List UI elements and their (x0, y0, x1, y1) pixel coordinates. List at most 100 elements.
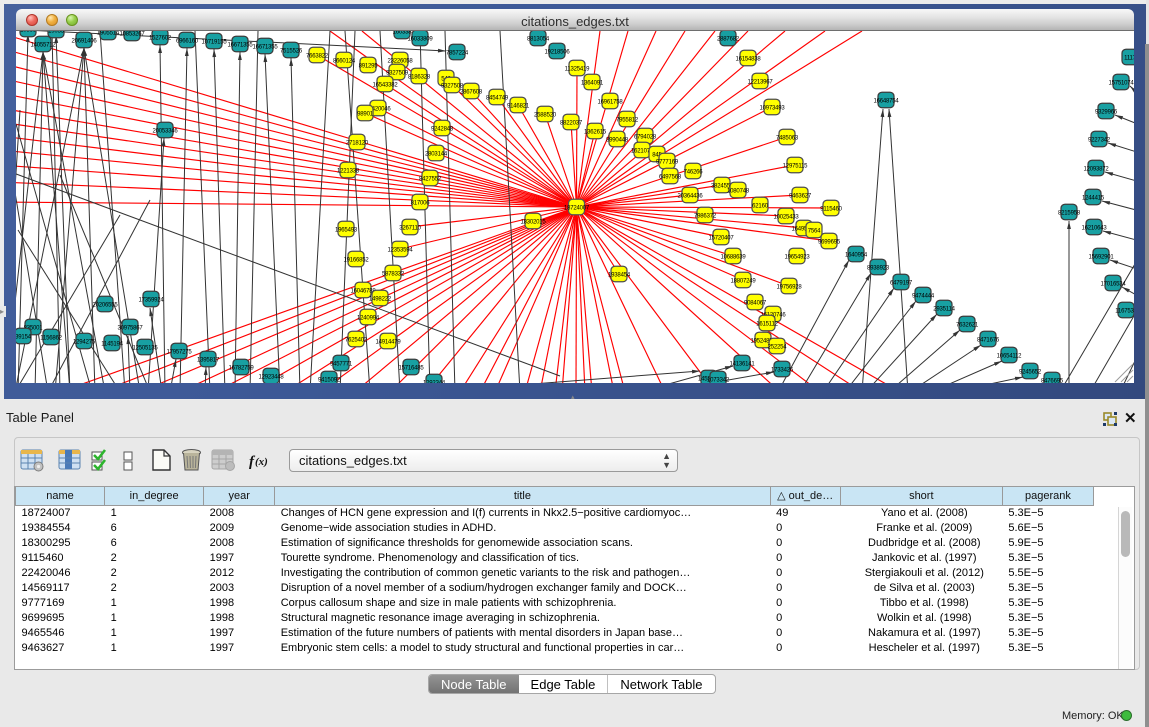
svg-text:12353594: 12353594 (387, 248, 413, 254)
svg-text:16671355: 16671355 (252, 45, 278, 51)
svg-text:3267110: 3267110 (399, 226, 421, 232)
svg-text:1073342: 1073342 (707, 378, 730, 384)
svg-text:8186328: 8186328 (408, 75, 431, 81)
svg-text:1292344: 1292344 (423, 381, 446, 384)
svg-text:10553: 10553 (20, 31, 37, 34)
svg-text:11325419: 11325419 (565, 67, 591, 73)
svg-text:1167531: 1167531 (1115, 309, 1134, 315)
svg-text:16671355: 16671355 (227, 43, 253, 49)
svg-text:1244415: 1244415 (1082, 196, 1105, 202)
svg-text:6479197: 6479197 (890, 281, 913, 287)
svg-text:1294275: 1294275 (73, 340, 96, 346)
svg-text:9227342: 9227342 (1088, 138, 1111, 144)
svg-text:16782759: 16782759 (228, 366, 254, 372)
svg-text:14055712: 14055712 (30, 43, 56, 49)
svg-text:19166852: 19166852 (343, 258, 369, 264)
svg-text:10719155: 10719155 (201, 40, 227, 46)
svg-text:160338: 160338 (393, 31, 413, 36)
svg-text:2588520: 2588520 (534, 113, 557, 119)
svg-text:30975867: 30975867 (117, 326, 143, 332)
svg-text:15692901: 15692901 (1088, 255, 1114, 261)
svg-text:16648754: 16648754 (873, 99, 899, 105)
svg-text:19756928: 19756928 (776, 285, 802, 291)
svg-text:9245652: 9245652 (1019, 370, 1042, 376)
svg-text:252254: 252254 (768, 345, 788, 351)
svg-text:9242848: 9242848 (431, 127, 454, 133)
svg-text:7857224: 7857224 (446, 51, 469, 57)
svg-text:8427552: 8427552 (419, 177, 442, 183)
svg-text:16210643: 16210643 (1081, 226, 1107, 232)
svg-text:9463627: 9463627 (789, 194, 812, 200)
svg-text:8813054: 8813054 (527, 37, 550, 43)
svg-text:20691406: 20691406 (71, 39, 97, 45)
svg-text:7986372: 7986372 (694, 214, 717, 220)
svg-text:18807249: 18807249 (730, 279, 756, 285)
svg-text:20206555: 20206555 (92, 303, 118, 309)
svg-text:16033809: 16033809 (407, 37, 433, 43)
svg-text:7564: 7564 (808, 229, 821, 235)
svg-text:8471676: 8471676 (977, 338, 1000, 344)
svg-text:1362615: 1362615 (584, 130, 607, 136)
svg-text:12975115: 12975115 (783, 164, 809, 170)
svg-text:20053346: 20053346 (152, 129, 178, 135)
svg-text:8660124: 8660124 (333, 59, 356, 65)
svg-text:746266: 746266 (684, 170, 704, 176)
svg-text:1905514: 1905514 (97, 31, 120, 37)
svg-text:12213967: 12213967 (747, 80, 773, 86)
svg-text:1733426: 1733426 (771, 368, 794, 374)
svg-text:(x): (x) (255, 456, 268, 468)
svg-text:891295: 891295 (359, 64, 379, 70)
svg-text:10973493: 10973493 (759, 106, 785, 112)
svg-text:1640954: 1640954 (845, 253, 868, 259)
svg-text:17016534: 17016534 (1100, 282, 1126, 288)
svg-text:19218506: 19218506 (544, 50, 570, 56)
svg-text:9415092: 9415092 (318, 378, 341, 384)
svg-text:6497568: 6497568 (659, 175, 682, 181)
svg-text:6966160: 6966160 (176, 39, 199, 45)
svg-text:1615112: 1615112 (756, 322, 778, 328)
svg-text:1080748: 1080748 (727, 189, 750, 195)
svg-text:1364091: 1364091 (581, 81, 604, 87)
svg-text:19055: 19055 (48, 31, 65, 35)
svg-text:1145194: 1145194 (101, 342, 123, 348)
svg-text:9084067: 9084067 (744, 301, 767, 307)
svg-text:1938454: 1938454 (608, 273, 631, 279)
svg-text:1240994: 1240994 (357, 316, 380, 322)
svg-text:98901: 98901 (357, 112, 374, 118)
svg-text:17359924: 17359924 (138, 298, 164, 304)
svg-text:2887682: 2887682 (717, 37, 740, 43)
svg-text:9115460: 9115460 (820, 207, 842, 213)
svg-text:15716485: 15716485 (398, 366, 424, 372)
svg-text:17957275: 17957275 (166, 350, 192, 356)
svg-text:7515526: 7515526 (280, 49, 303, 55)
svg-text:8454749: 8454749 (486, 96, 509, 102)
svg-text:7625402: 7625402 (345, 338, 368, 344)
svg-text:10654112: 10654112 (997, 354, 1023, 360)
svg-text:9699695: 9699695 (818, 240, 841, 246)
svg-text:8476695: 8476695 (1041, 379, 1064, 384)
svg-text:20364436: 20364436 (677, 194, 703, 200)
svg-text:12505135: 12505135 (132, 346, 158, 352)
svg-text:10853267: 10853267 (119, 32, 145, 38)
svg-text:7955812: 7955812 (616, 118, 639, 124)
svg-text:16961758: 16961758 (597, 100, 623, 106)
svg-text:8215958: 8215958 (1058, 211, 1081, 217)
svg-text:9146821: 9146821 (507, 104, 530, 110)
svg-text:9777169: 9777169 (656, 160, 679, 166)
svg-text:1498222: 1498222 (369, 297, 392, 303)
svg-text:1117: 1117 (1124, 56, 1134, 62)
svg-text:39154: 39154 (16, 335, 32, 341)
svg-text:14914479: 14914479 (375, 340, 401, 346)
svg-text:9457771: 9457771 (330, 362, 353, 368)
svg-text:2803144: 2803144 (425, 152, 448, 158)
svg-text:12923448: 12923448 (258, 375, 284, 381)
svg-text:12093872: 12093872 (1083, 167, 1109, 173)
svg-text:5878332: 5878332 (382, 272, 405, 278)
svg-text:10688639: 10688639 (720, 255, 746, 261)
svg-text:8990448: 8990448 (606, 138, 629, 144)
svg-text:2867608: 2867608 (460, 90, 483, 96)
svg-text:15720407: 15720407 (708, 236, 734, 242)
svg-text:16154838: 16154838 (735, 57, 761, 63)
svg-text:19654923: 19654923 (784, 255, 810, 261)
svg-text:8822037: 8822037 (560, 121, 583, 127)
